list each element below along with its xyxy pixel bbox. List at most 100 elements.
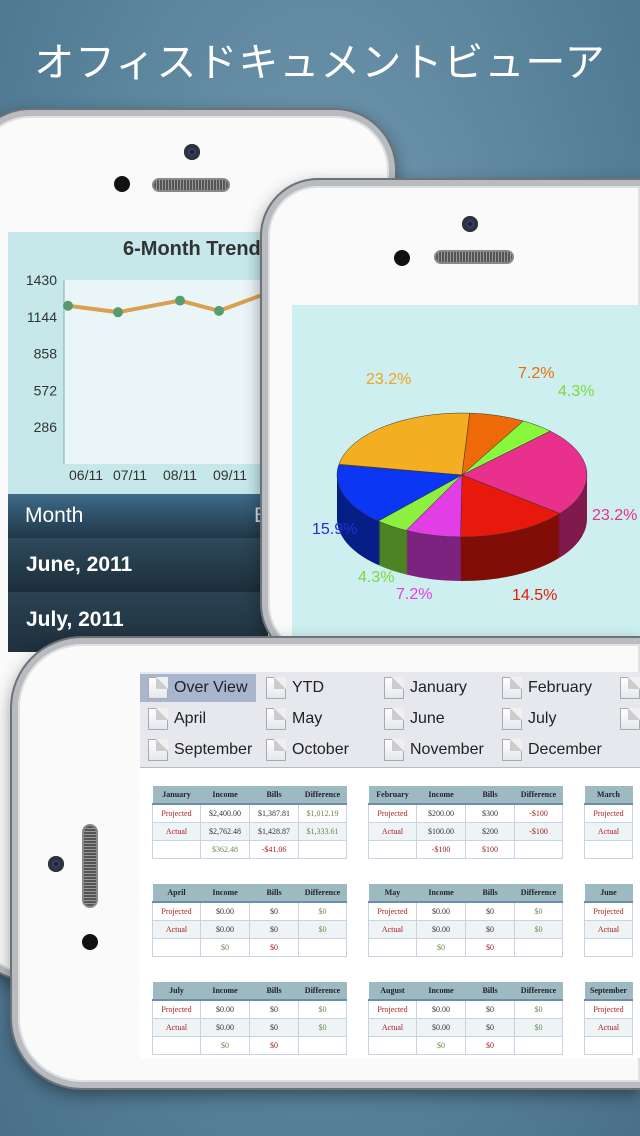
data-point — [113, 307, 123, 318]
table-cell: $0 — [249, 902, 299, 921]
table-cell: Bills — [249, 786, 299, 805]
pie-label: 23.2% — [366, 371, 412, 388]
table-cell: Projected — [368, 1000, 417, 1019]
speaker-grille — [82, 824, 98, 908]
y-tick-label: 1144 — [27, 309, 57, 325]
table-cell: $0 — [200, 1036, 250, 1055]
table-cell: July — [152, 982, 201, 1001]
table-cell — [298, 840, 347, 859]
table-cell: -$100 — [514, 804, 563, 823]
table-cell: $0 — [514, 920, 563, 939]
table-cell — [514, 1036, 563, 1055]
table-cell: $0 — [249, 920, 299, 939]
pie-label: 14.5% — [512, 587, 558, 604]
table-cell: Difference — [298, 786, 347, 805]
pie-chart — [336, 412, 588, 581]
table-cell: Income — [200, 884, 250, 903]
table-cell: $200.00 — [416, 804, 466, 823]
table-cell: May — [368, 884, 417, 903]
pie-label: 4.3% — [358, 569, 395, 586]
table-cell: Income — [416, 786, 466, 805]
table-cell: Actual — [152, 1018, 201, 1037]
month-table-march: March Projected Actual — [584, 786, 633, 859]
month-table-april: April Income Bills Difference Projected $0.00… — [152, 884, 347, 957]
table-cell: Actual — [368, 1018, 417, 1037]
table-cell: $0.00 — [416, 920, 466, 939]
table-cell: $0 — [200, 938, 250, 957]
pie-screen: 23.2% 7.2% 4.3% 23.2% 14.5% 7.2% 4.3% 15… — [292, 305, 640, 637]
table-cell: $300 — [465, 804, 515, 823]
y-tick-label: 572 — [34, 382, 58, 398]
table-cell: Bills — [249, 884, 299, 903]
table-cell: $0 — [465, 902, 515, 921]
table-cell: Actual — [152, 822, 201, 841]
table-cell: -$100 — [514, 822, 563, 841]
table-cell: $0 — [465, 1018, 515, 1037]
month-label: June, 2011 — [26, 553, 133, 576]
table-cell: $0 — [249, 1018, 299, 1037]
table-cell — [298, 1036, 347, 1055]
month-table-september: September Projected Actual — [584, 982, 633, 1055]
table-cell: Actual — [584, 920, 633, 939]
pie-label: 7.2% — [396, 586, 433, 603]
table-cell: $100 — [465, 840, 515, 859]
month-row[interactable]: June, 2011 — [8, 538, 268, 592]
camera-icon — [48, 856, 64, 872]
month-table-february: February Income Bills Difference Projected $2… — [368, 786, 563, 859]
sensor-icon — [82, 934, 98, 950]
table-cell: $0.00 — [416, 1000, 466, 1019]
table-cell: Bills — [249, 982, 299, 1001]
table-cell — [152, 840, 201, 859]
sensor-icon — [394, 250, 410, 266]
table-cell: March — [584, 786, 633, 805]
table-cell — [368, 938, 417, 957]
table-cell: Income — [200, 786, 250, 805]
month-label: July, 2011 — [26, 608, 124, 631]
table-cell — [584, 840, 633, 859]
table-cell: $100.00 — [416, 822, 466, 841]
table-cell: Projected — [584, 1000, 633, 1019]
table-cell: April — [152, 884, 201, 903]
table-cell: $200 — [465, 822, 515, 841]
table-cell: $0.00 — [200, 1000, 250, 1019]
table-cell: Projected — [152, 1000, 201, 1019]
table-cell: $0 — [416, 1036, 466, 1055]
table-header: Month B — [8, 494, 268, 538]
table-cell: Projected — [368, 902, 417, 921]
table-cell — [584, 938, 633, 957]
pie-label: 7.2% — [518, 365, 555, 382]
table-cell: $1,387.81 — [249, 804, 299, 823]
table-cell: Actual — [584, 822, 633, 841]
table-cell: Projected — [152, 804, 201, 823]
table-cell: $0.00 — [200, 902, 250, 921]
table-cell: $0 — [465, 1000, 515, 1019]
table-cell: Actual — [584, 1018, 633, 1037]
x-tick-label: 06/11 — [69, 467, 103, 483]
table-cell: $0 — [249, 1036, 299, 1055]
table-cell: Bills — [465, 884, 515, 903]
table-cell: $1,428.87 — [249, 822, 299, 841]
table-cell: Bills — [465, 786, 515, 805]
speaker-grille — [152, 178, 230, 192]
table-cell — [514, 938, 563, 957]
table-cell: Actual — [368, 920, 417, 939]
table-cell: $0 — [465, 1036, 515, 1055]
x-tick-label: 07/11 — [113, 467, 147, 483]
table-cell — [152, 1036, 201, 1055]
table-cell: Projected — [584, 902, 633, 921]
pie-label: 15.9% — [312, 521, 358, 538]
trend-screen: 6-Month Trend 286 572 858 1144 1430 06/11 07/1… — [8, 232, 268, 652]
table-cell: $0.00 — [416, 902, 466, 921]
table-cell: -$100 — [416, 840, 466, 859]
table-cell: $0 — [514, 902, 563, 921]
table-cell: $2,762.48 — [200, 822, 250, 841]
table-cell: $0 — [298, 1018, 347, 1037]
table-cell: Income — [200, 982, 250, 1001]
table-cell — [368, 840, 417, 859]
table-cell: $0 — [298, 920, 347, 939]
month-table-january: January Income Bills Difference Projected $2,… — [152, 786, 347, 859]
table-cell: Income — [416, 982, 466, 1001]
table-cell: January — [152, 786, 201, 805]
table-cell: $362.48 — [200, 840, 250, 859]
x-tick-label: 09/11 — [213, 467, 247, 483]
